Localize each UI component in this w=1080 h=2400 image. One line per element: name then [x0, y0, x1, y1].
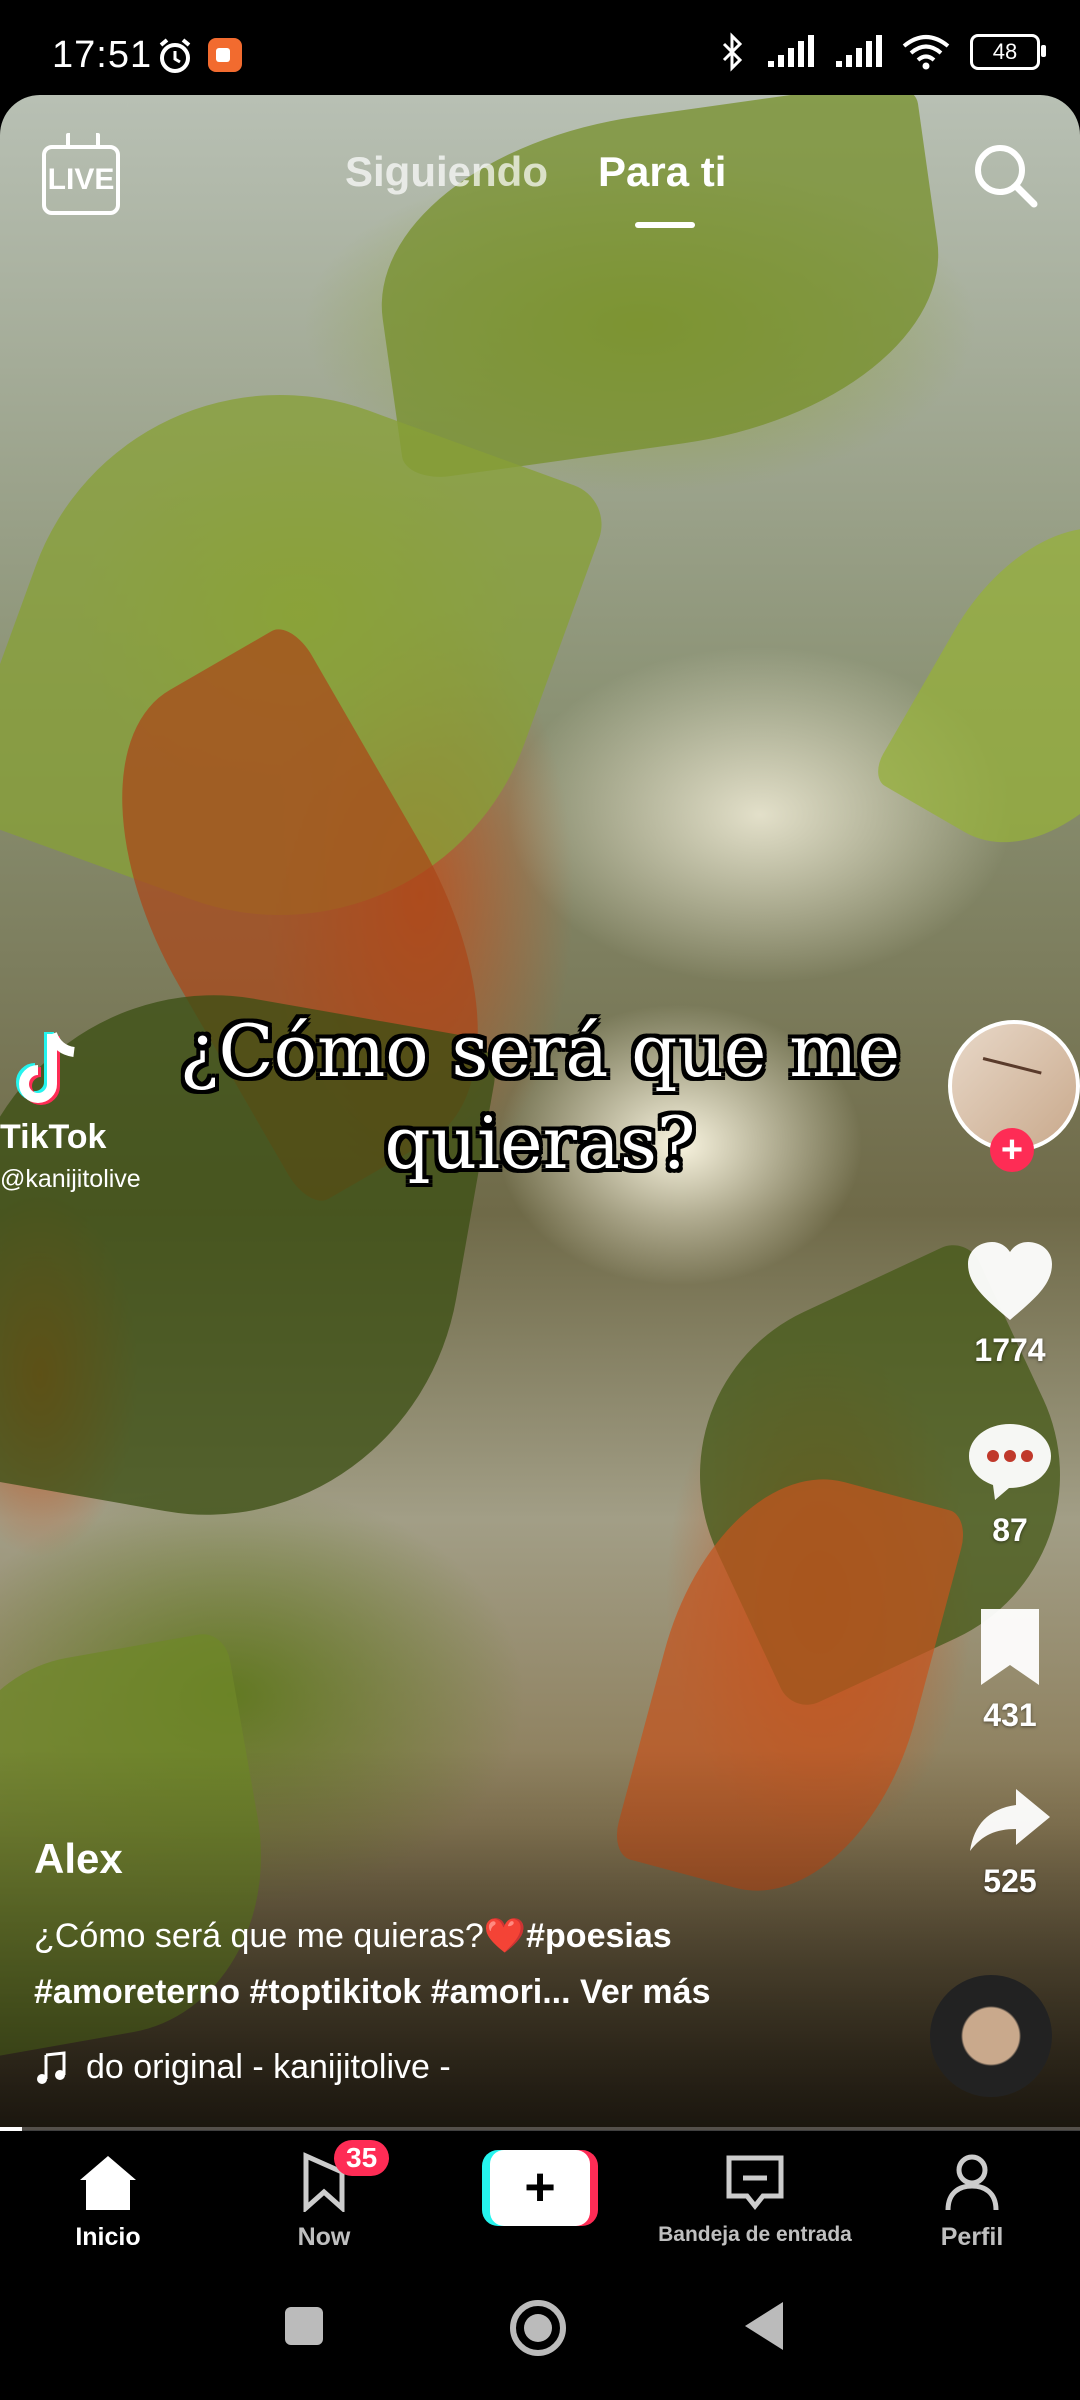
plus-icon: + — [490, 2150, 590, 2226]
watermark-handle: @kanijitolive — [0, 1165, 141, 1193]
tab-for-you[interactable]: Para ti — [598, 148, 726, 196]
nav-profile-label: Perfil — [940, 2223, 1004, 2251]
screen-record-icon — [208, 38, 242, 72]
comment-icon — [969, 1424, 1051, 1500]
bluetooth-icon — [722, 32, 743, 72]
wifi-icon — [902, 35, 950, 70]
video-progress-bar[interactable] — [0, 2127, 1080, 2131]
battery-level: 48 — [992, 39, 1018, 64]
bottom-navigation: Inicio 35 Now + Bandeja de entrada Perfi… — [0, 2132, 1080, 2262]
save-count: 431 — [983, 1697, 1037, 1733]
battery-icon: 48 — [970, 34, 1046, 70]
nav-home[interactable]: Inicio — [8, 2152, 208, 2252]
creator-username[interactable]: Alex — [34, 1835, 123, 1883]
nav-now-label: Now — [297, 2223, 351, 2251]
signal-icon — [768, 35, 814, 67]
profile-icon — [945, 2154, 999, 2211]
bookmark-icon — [981, 1609, 1039, 1685]
search-icon[interactable] — [970, 140, 1040, 210]
status-bar: 17:51 48 — [0, 0, 1080, 95]
notification-badge: 35 — [334, 2140, 390, 2176]
music-title: do original - kanijitolive - — [86, 2048, 451, 2086]
status-icons: 48 — [720, 32, 1046, 72]
nav-inbox-label: Bandeja de entrada — [658, 2223, 852, 2246]
music-note-icon — [37, 2050, 66, 2084]
follow-button[interactable]: + — [990, 1128, 1034, 1172]
active-tab-indicator — [635, 222, 695, 228]
live-label: LIVE — [47, 163, 115, 196]
music-info[interactable]: do original - kanijitolive - — [34, 2048, 451, 2087]
share-icon — [970, 1789, 1050, 1851]
like-button[interactable]: 1774 — [940, 1240, 1080, 1369]
nav-home-label: Inicio — [75, 2223, 141, 2251]
watermark-brand: TikTok — [0, 1118, 107, 1156]
music-disc-icon[interactable] — [930, 1975, 1052, 2097]
save-button[interactable]: 431 — [940, 1605, 1080, 1734]
home-icon — [80, 2156, 136, 2210]
comment-button[interactable]: 87 — [940, 1420, 1080, 1549]
tab-following[interactable]: Siguiendo — [345, 148, 548, 196]
video-progress-fill — [0, 2127, 22, 2131]
signal-icon — [836, 35, 882, 67]
alarm-icon — [159, 38, 191, 73]
hashtag[interactable]: #poesias — [526, 1917, 672, 1955]
status-time: 17:51 — [52, 34, 153, 76]
live-button[interactable]: LIVE — [42, 145, 120, 215]
share-button[interactable]: 525 — [940, 1785, 1080, 1900]
inbox-icon — [726, 2155, 784, 2211]
leaf-decoration — [869, 482, 1080, 888]
nav-inbox[interactable]: Bandeja de entrada — [655, 2152, 855, 2247]
video-caption-overlay: ¿Cómo será que me quieras? — [179, 1009, 901, 1185]
see-more-link[interactable]: Ver más — [580, 1973, 710, 2011]
share-count: 525 — [983, 1863, 1037, 1899]
description-text: ¿Cómo será que me quieras? — [34, 1917, 484, 1955]
like-count: 1774 — [974, 1332, 1046, 1368]
heart-emoji: ❤️ — [483, 1917, 527, 1955]
heart-icon — [968, 1242, 1052, 1320]
nav-now[interactable]: 35 Now — [224, 2140, 424, 2252]
recents-icon[interactable] — [285, 2307, 323, 2345]
hashtag-line[interactable]: #amoreterno #toptikitok #amori... — [34, 1973, 571, 2011]
comment-count: 87 — [992, 1512, 1028, 1548]
back-icon[interactable] — [745, 2302, 783, 2350]
post-description[interactable]: ¿Cómo será que me quieras?❤️#poesias #am… — [34, 1908, 834, 2020]
system-navigation-bar — [0, 2262, 1080, 2400]
create-button[interactable]: + — [482, 2150, 598, 2226]
nav-profile[interactable]: Perfil — [872, 2152, 1072, 2252]
home-system-icon[interactable] — [510, 2300, 566, 2356]
tiktok-logo-icon — [16, 1032, 75, 1105]
